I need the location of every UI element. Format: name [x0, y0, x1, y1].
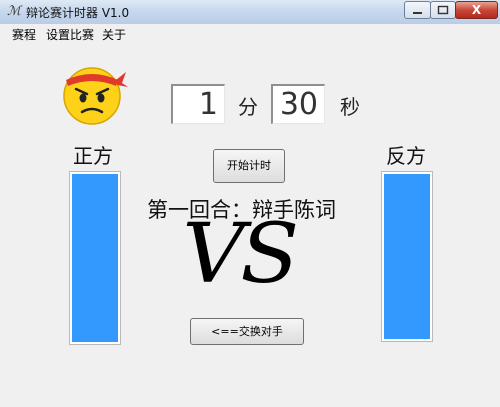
- close-icon: X: [471, 3, 482, 17]
- close-button[interactable]: X: [455, 1, 498, 19]
- affirmative-side-label: 正方: [73, 144, 113, 168]
- vs-label: VS: [182, 207, 299, 302]
- minutes-unit-label: 分: [238, 95, 258, 119]
- menu-match-settings[interactable]: 设置比赛: [46, 26, 94, 43]
- avatar-icon: [63, 67, 128, 125]
- menu-about[interactable]: 关于: [102, 26, 126, 43]
- app-window: ℳ 辩论赛计时器 V1.0 X 赛程 设置比赛 关于 1 分 30 秒 正方 反…: [0, 0, 500, 407]
- menu-bar: 赛程 设置比赛 关于: [0, 24, 500, 43]
- maximize-button[interactable]: [430, 1, 456, 19]
- minimize-icon: [413, 12, 422, 14]
- seconds-unit-label: 秒: [340, 95, 360, 119]
- start-timer-button[interactable]: 开始计时: [213, 149, 285, 183]
- swap-opponents-button[interactable]: <==交换对手: [190, 318, 304, 345]
- maximize-icon: [437, 5, 449, 15]
- seconds-display[interactable]: 30: [271, 84, 325, 124]
- menu-schedule[interactable]: 赛程: [12, 26, 36, 43]
- window-title: 辩论赛计时器 V1.0: [26, 6, 130, 20]
- negative-time-fill: [384, 174, 430, 339]
- negative-side-label: 反方: [386, 144, 426, 168]
- negative-time-bar: [381, 171, 433, 342]
- app-logo-icon: ℳ: [7, 4, 21, 19]
- title-bar[interactable]: ℳ 辩论赛计时器 V1.0 X: [0, 0, 500, 24]
- affirmative-time-bar: [69, 171, 121, 345]
- minimize-button[interactable]: [404, 1, 431, 19]
- minutes-display[interactable]: 1: [171, 84, 225, 124]
- affirmative-time-fill: [72, 174, 118, 342]
